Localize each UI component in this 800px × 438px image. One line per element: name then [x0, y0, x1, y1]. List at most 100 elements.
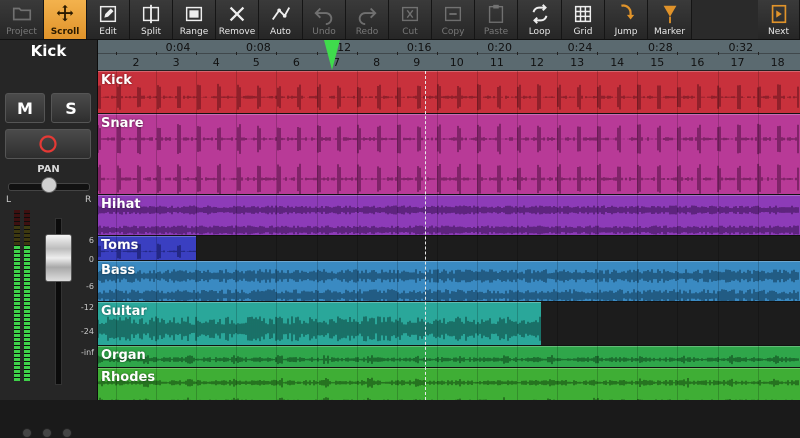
meter-segment [14, 222, 20, 225]
playhead-marker[interactable] [324, 40, 341, 70]
undo-button[interactable]: Undo [303, 0, 346, 39]
meter-segment [24, 262, 30, 265]
toolbar: Project Scroll Edit Split Range Remove Auto Und… [0, 0, 800, 40]
mute-button[interactable]: M [5, 93, 45, 123]
bar-number-label: 17 [730, 56, 745, 69]
toolbar-button-label: Next [768, 27, 789, 37]
meter-segment [14, 238, 20, 241]
meter-segment [24, 346, 30, 349]
track-lane-guitar[interactable]: Guitar [98, 302, 800, 346]
toolbar-button-label: Edit [99, 27, 117, 37]
meter-segment [24, 334, 30, 337]
audio-clip[interactable]: Bass [98, 261, 800, 301]
bar-number-label: 5 [252, 56, 260, 69]
meter-segment [24, 306, 30, 309]
paste-icon [488, 4, 504, 23]
audio-clip[interactable]: Organ [98, 346, 800, 367]
track-lane-snare[interactable]: Snare [98, 114, 800, 195]
meter-segment [14, 274, 20, 277]
meter-segment [14, 302, 20, 305]
toolbar-button-label: Grid [573, 27, 593, 37]
waveform [98, 205, 799, 235]
track-lane-organ[interactable]: Organ [98, 346, 800, 368]
project-button[interactable]: Project [0, 0, 44, 39]
record-arm-button[interactable] [5, 129, 91, 159]
waveform-path [98, 83, 799, 111]
bar-tick [637, 52, 639, 55]
toolbar-button-label: Paste [483, 27, 509, 37]
meter-segment [24, 238, 30, 241]
meter-segment [14, 234, 20, 237]
bar-number-label: 14 [610, 56, 625, 69]
meter-segment [24, 214, 30, 217]
bar-tick [196, 52, 198, 55]
remove-button[interactable]: Remove [216, 0, 259, 39]
bar-number-label: 6 [292, 56, 300, 69]
meter-segment [14, 374, 20, 377]
meter-segment [24, 254, 30, 257]
waveform-path [98, 163, 799, 194]
pan-knob[interactable] [41, 177, 57, 193]
bar-number-label: 4 [212, 56, 220, 69]
track-lane-toms[interactable]: Toms [98, 236, 800, 261]
range-button[interactable]: Range [173, 0, 216, 39]
grid-button[interactable]: Grid [562, 0, 605, 39]
meter-segment [14, 358, 20, 361]
meter-segment [24, 318, 30, 321]
bar-tick [597, 52, 599, 55]
bar-grid-line [116, 71, 117, 400]
meter-segment [14, 370, 20, 373]
track-area[interactable]: Kick Snare Hihat Toms Bass Guitar Organ Rhodes [98, 71, 800, 400]
time-label: 0:16 [406, 41, 432, 54]
level-meter-right [24, 210, 30, 381]
meter-segment [24, 222, 30, 225]
meter-segment [24, 330, 30, 333]
db-scale-label: -inf [81, 348, 94, 357]
edit-button[interactable]: Edit [87, 0, 130, 39]
redo-button[interactable]: Redo [346, 0, 389, 39]
meter-segment [14, 254, 20, 257]
meter-segment [14, 322, 20, 325]
loop-button[interactable]: Loop [518, 0, 562, 39]
paste-button[interactable]: Paste [475, 0, 518, 39]
record-circle-icon [39, 135, 57, 153]
solo-button[interactable]: S [51, 93, 91, 123]
track-lane-rhodes[interactable]: Rhodes [98, 368, 800, 400]
bar-tick [276, 52, 278, 55]
meter-segment [24, 322, 30, 325]
volume-fader-knob[interactable] [45, 234, 72, 282]
next-button[interactable]: Next [758, 0, 800, 39]
marker-button[interactable]: Marker [648, 0, 692, 39]
audio-clip[interactable]: Snare [98, 114, 800, 194]
meter-segment [24, 242, 30, 245]
auto-button[interactable]: Auto [259, 0, 303, 39]
meter-segment [14, 366, 20, 369]
copy-button[interactable]: Copy [432, 0, 475, 39]
track-lane-kick[interactable]: Kick [98, 71, 800, 114]
timeline-ruler[interactable]: 2 3 4 5 6 7 8 9 10 11 12 13 14 15 16 17 18 0:04 0:08 0:12 0:… [98, 40, 800, 71]
bar-grid-line [677, 71, 679, 400]
track-lane-bass[interactable]: Bass [98, 261, 800, 302]
meter-segment [24, 234, 30, 237]
automation-icon [271, 7, 290, 21]
bar-number-label: 15 [650, 56, 665, 69]
audio-clip[interactable]: Hihat [98, 195, 800, 235]
audio-clip[interactable]: Guitar [98, 302, 541, 345]
meter-segment [24, 338, 30, 341]
track-lane-hihat[interactable]: Hihat [98, 195, 800, 236]
audio-clip[interactable]: Rhodes [98, 368, 800, 400]
jump-button[interactable]: Jump [605, 0, 648, 39]
meter-segment [14, 310, 20, 313]
cut-button[interactable]: Cut [389, 0, 432, 39]
meter-segment [24, 362, 30, 365]
audio-clip[interactable]: Kick [98, 71, 800, 113]
toolbar-button-label: Split [141, 27, 161, 37]
split-button[interactable]: Split [130, 0, 173, 39]
audio-clip[interactable]: Toms [98, 236, 197, 260]
scroll-button[interactable]: Scroll [44, 0, 87, 39]
toolbar-button-label: Remove [218, 27, 256, 37]
meter-segment [24, 350, 30, 353]
bar-tick [757, 52, 759, 55]
meter-segment [14, 242, 20, 245]
grid-icon [574, 5, 592, 23]
